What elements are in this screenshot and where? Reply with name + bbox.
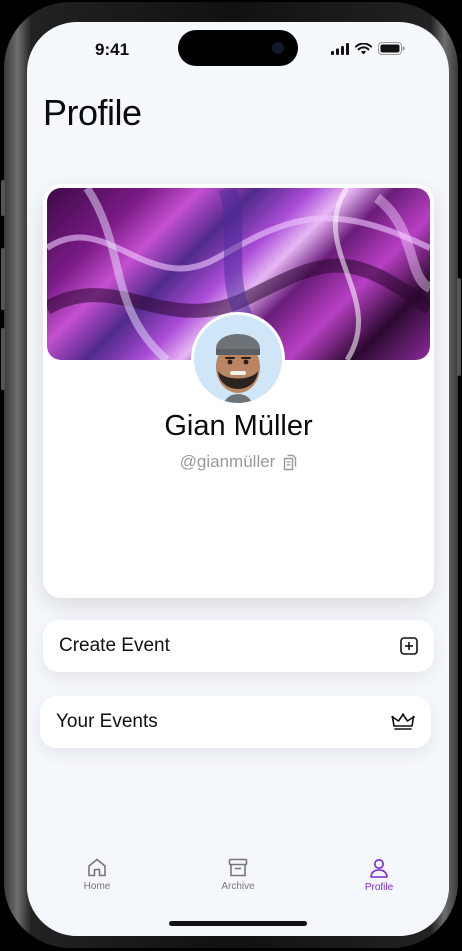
home-indicator[interactable] [169, 921, 307, 926]
tab-archive[interactable]: Archive [198, 858, 278, 892]
memoji-avatar-icon [194, 315, 282, 403]
profile-name: Gian Müller [164, 410, 313, 442]
tab-home-label: Home [83, 881, 111, 892]
volume-up-button [1, 248, 5, 310]
status-bar: 9:41 [27, 22, 449, 78]
avatar[interactable] [191, 312, 285, 406]
wifi-icon [355, 42, 372, 54]
home-icon [88, 858, 106, 877]
create-event-label: Create Event [59, 635, 170, 656]
archive-icon [228, 858, 248, 877]
tab-archive-label: Archive [221, 881, 255, 892]
copy-icon[interactable] [283, 454, 297, 471]
status-time: 9:41 [95, 40, 130, 59]
action-button [1, 180, 5, 216]
battery-icon [378, 42, 405, 55]
tab-profile-label: Profile [364, 882, 394, 893]
your-events-label: Your Events [56, 711, 158, 732]
screen: 9:41 Profile Gian Müller @gianmüller Cre… [27, 22, 449, 936]
create-event-button[interactable]: Create Event [43, 620, 434, 672]
dynamic-island [178, 30, 298, 66]
tab-profile[interactable]: Profile [339, 858, 419, 893]
signal-icon [331, 42, 349, 55]
profile-handle: @gianmüller [179, 452, 276, 471]
tab-home[interactable]: Home [57, 858, 137, 892]
person-icon [370, 859, 388, 878]
phone-frame: 9:41 Profile Gian Müller @gianmüller Cre… [1, 2, 461, 948]
plus-square-icon [400, 637, 418, 655]
volume-down-button [1, 328, 5, 390]
page-title: Profile [43, 92, 142, 133]
crown-icon [391, 713, 415, 730]
profile-handle-row: @gianmüller [43, 452, 434, 472]
power-button [457, 278, 461, 376]
your-events-button[interactable]: Your Events [40, 696, 431, 748]
status-icons [331, 42, 405, 55]
profile-card: Gian Müller @gianmüller [43, 184, 434, 598]
tab-bar: Home Archive Profile [27, 846, 449, 936]
